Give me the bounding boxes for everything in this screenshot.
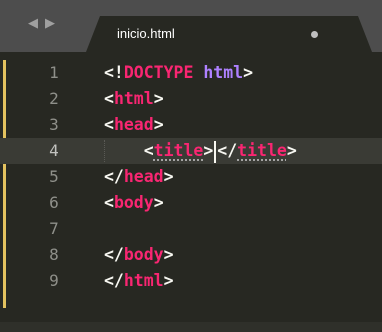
- code-token: body: [113, 193, 154, 212]
- line-number: 8: [49, 245, 59, 264]
- code-line[interactable]: 9 </html>: [0, 268, 382, 294]
- line-number: 4: [49, 141, 59, 160]
- line-number: 2: [49, 89, 59, 108]
- code-line[interactable]: 8 </body>: [0, 242, 382, 268]
- editor-bottom-edge: [0, 322, 382, 332]
- code-token: >: [163, 167, 174, 186]
- code-token: head: [123, 167, 164, 186]
- code-line[interactable]: 5 </head>: [0, 164, 382, 190]
- code-token: <!: [104, 63, 124, 82]
- line-number: 9: [49, 271, 59, 290]
- code-line[interactable]: 7: [0, 216, 382, 242]
- code-line[interactable]: 6 <body>: [0, 190, 382, 216]
- tab-scroll-left-icon[interactable]: ◀: [27, 14, 39, 34]
- code-token: html: [203, 63, 244, 82]
- code-token: >: [163, 245, 174, 264]
- code-token: >: [243, 63, 254, 82]
- code-token: head: [113, 115, 154, 134]
- code-token: title: [237, 141, 287, 160]
- tab-scroll-right-icon[interactable]: ▶: [44, 14, 56, 34]
- code-text: </head>: [104, 164, 174, 190]
- code-token: </: [217, 141, 238, 160]
- code-text: <head>: [104, 112, 164, 138]
- code-token: <: [104, 89, 114, 108]
- code-token: </: [104, 167, 124, 186]
- code-line[interactable]: 2 <html>: [0, 86, 382, 112]
- tab-inicio-html[interactable]: inicio.html: [86, 16, 372, 52]
- line-number: 6: [49, 193, 59, 212]
- code-token: html: [123, 271, 164, 290]
- text-cursor: [214, 140, 217, 163]
- line-number: 1: [49, 63, 59, 82]
- code-token: >: [286, 141, 297, 160]
- tab-title: inicio.html: [117, 26, 175, 41]
- code-token: >: [153, 89, 164, 108]
- code-line[interactable]: 3 <head>: [0, 112, 382, 138]
- code-text: </html>: [104, 268, 174, 294]
- code-token: html: [113, 89, 154, 108]
- code-token: >: [153, 115, 164, 134]
- code-text: <body>: [104, 190, 164, 216]
- line-number: 3: [49, 115, 59, 134]
- line-number: 7: [49, 219, 59, 238]
- code-token: body: [123, 245, 164, 264]
- code-text: <!DOCTYPE html>: [104, 60, 253, 86]
- code-line[interactable]: 4 <title> </title>: [0, 138, 382, 164]
- code-text: <title> </title>: [104, 138, 297, 164]
- code-token: <: [104, 115, 114, 134]
- code-token: >: [163, 271, 174, 290]
- code-token: >: [153, 193, 164, 212]
- code-token: DOCTYPE: [123, 63, 194, 82]
- tab-bar: ◀ ▶ inicio.html: [0, 0, 382, 52]
- code-editor[interactable]: 1 <!DOCTYPE html> 2 <html> 3 <head> 4 <title> <…: [0, 60, 382, 332]
- code-token: <: [104, 141, 154, 160]
- code-text: </body>: [104, 242, 174, 268]
- code-text: <html>: [104, 86, 164, 112]
- code-token: >: [203, 141, 214, 160]
- code-token: title: [153, 141, 204, 160]
- code-token: <: [104, 193, 114, 212]
- code-token: </: [104, 271, 124, 290]
- unsaved-dot-icon[interactable]: [311, 31, 318, 38]
- code-line[interactable]: 1 <!DOCTYPE html>: [0, 60, 382, 86]
- editor-window: ◀ ▶ inicio.html 1 <!DOCTYPE html> 2 <html> 3…: [0, 0, 382, 332]
- line-number: 5: [49, 167, 59, 186]
- code-token: </: [104, 245, 124, 264]
